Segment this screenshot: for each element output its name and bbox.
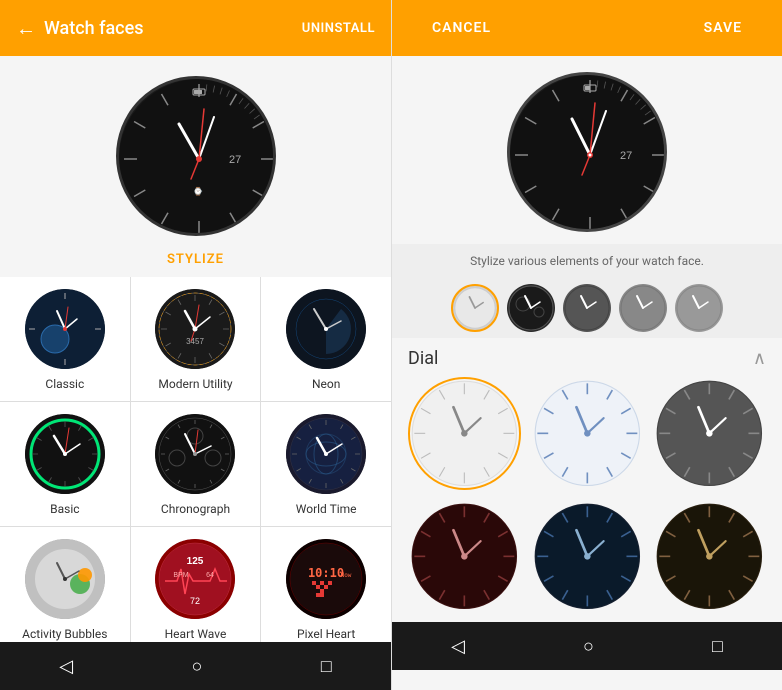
watch-face-label-heart-wave: Heart Wave — [165, 627, 227, 641]
nav-home-right[interactable]: ○ — [563, 628, 614, 665]
watch-face-classic[interactable]: Classic — [0, 277, 130, 401]
svg-text:BPM: BPM — [174, 572, 189, 579]
watch-thumb-heart-wave: 125 BPM 72 64 — [155, 539, 235, 619]
watch-thumb-neon — [286, 289, 366, 369]
svg-text:27: 27 — [620, 150, 632, 162]
watch-face-modern-utility[interactable]: 3457 — [131, 277, 261, 401]
svg-text:64: 64 — [207, 572, 215, 579]
dial-section-title: Dial — [408, 348, 438, 369]
watch-face-label-classic: Classic — [45, 377, 84, 391]
page-title: Watch faces — [44, 18, 143, 39]
back-arrow-icon: ← — [16, 16, 36, 41]
main-watch-preview: 27 ⌚ — [116, 76, 276, 236]
watch-face-chronograph[interactable]: Chronograph — [131, 402, 261, 526]
style-option-3[interactable] — [563, 284, 611, 332]
dial-option-dark-blue[interactable] — [531, 500, 644, 613]
svg-text:72: 72 — [190, 596, 200, 606]
watch-thumb-chronograph — [155, 414, 235, 494]
watch-face-label-activity-bubbles: Activity Bubbles — [22, 627, 107, 641]
watch-thumb-world-time — [286, 414, 366, 494]
svg-text:27: 27 — [229, 154, 241, 166]
watch-thumb-modern-utility: 3457 — [155, 289, 235, 369]
watch-face-pixel-heart[interactable]: 10:10 Now Pixel Heart — [261, 527, 391, 642]
watch-face-label-modern-utility: Modern Utility — [158, 377, 232, 391]
watch-face-label-world-time: World Time — [296, 502, 357, 516]
watch-thumb-basic — [25, 414, 105, 494]
watch-faces-grid: Classic 3457 — [0, 277, 391, 642]
watch-face-world-time[interactable]: World Time — [261, 402, 391, 526]
watch-face-neon[interactable]: Neon — [261, 277, 391, 401]
dial-header: Dial ∧ — [408, 348, 766, 369]
nav-back-right[interactable]: ◁ — [431, 628, 485, 665]
dial-options-grid — [408, 377, 766, 612]
watch-thumb-activity-bubbles — [25, 539, 105, 619]
dial-chevron-icon[interactable]: ∧ — [753, 348, 766, 369]
svg-text:Now: Now — [341, 572, 352, 579]
nav-recent-left[interactable]: □ — [301, 648, 352, 685]
watch-face-basic[interactable]: Basic — [0, 402, 130, 526]
right-panel: CANCEL SAVE — [391, 0, 782, 690]
cancel-button[interactable]: CANCEL — [392, 0, 531, 56]
top-bar-left: ← Watch faces UNINSTALL — [0, 0, 391, 56]
svg-text:125: 125 — [187, 556, 204, 567]
dial-option-white[interactable] — [408, 377, 521, 490]
svg-text:⌚: ⌚ — [193, 186, 205, 196]
dial-option-dark-red[interactable] — [408, 500, 521, 613]
svg-text:3457: 3457 — [187, 337, 205, 346]
style-option-1[interactable] — [451, 284, 499, 332]
top-bar-right: CANCEL SAVE — [392, 0, 782, 56]
back-button[interactable]: ← Watch faces — [16, 16, 143, 41]
dial-option-dark-gold[interactable] — [653, 500, 766, 613]
watch-preview-right: 27 — [392, 56, 782, 244]
dial-section: Dial ∧ — [392, 338, 782, 622]
nav-back-left[interactable]: ◁ — [39, 648, 93, 685]
stylize-row: Stylize various elements of your watch f… — [392, 244, 782, 278]
svg-text:10:10: 10:10 — [308, 566, 344, 580]
dial-option-dark-gray[interactable] — [653, 377, 766, 490]
stylize-hint-text: Stylize various elements of your watch f… — [404, 254, 770, 268]
watch-face-heart-wave[interactable]: 125 BPM 72 64 Heart Wave — [131, 527, 261, 642]
watch-face-label-pixel-heart: Pixel Heart — [297, 627, 355, 641]
watch-thumb-classic — [25, 289, 105, 369]
bottom-nav-left: ◁ ○ □ — [0, 642, 391, 690]
style-option-5[interactable] — [675, 284, 723, 332]
watch-face-label-basic: Basic — [50, 502, 79, 516]
watch-face-activity-bubbles[interactable]: Activity Bubbles — [0, 527, 130, 642]
style-option-2[interactable] — [507, 284, 555, 332]
watch-preview-left: 27 ⌚ — [0, 56, 391, 246]
nav-recent-right[interactable]: □ — [692, 628, 743, 665]
dial-option-blue-white[interactable] — [531, 377, 644, 490]
watch-face-label-chronograph: Chronograph — [161, 502, 230, 516]
watch-thumb-pixel-heart: 10:10 Now — [286, 539, 366, 619]
main-watch-preview-right: 27 — [507, 72, 667, 232]
uninstall-button[interactable]: UNINSTALL — [302, 21, 375, 36]
bottom-nav-right: ◁ ○ □ — [392, 622, 782, 670]
save-button[interactable]: SAVE — [664, 0, 782, 56]
stylize-label: STYLIZE — [0, 246, 391, 277]
style-option-4[interactable] — [619, 284, 667, 332]
watch-face-label-neon: Neon — [312, 377, 340, 391]
left-panel: ← Watch faces UNINSTALL — [0, 0, 391, 690]
nav-home-left[interactable]: ○ — [172, 648, 223, 685]
